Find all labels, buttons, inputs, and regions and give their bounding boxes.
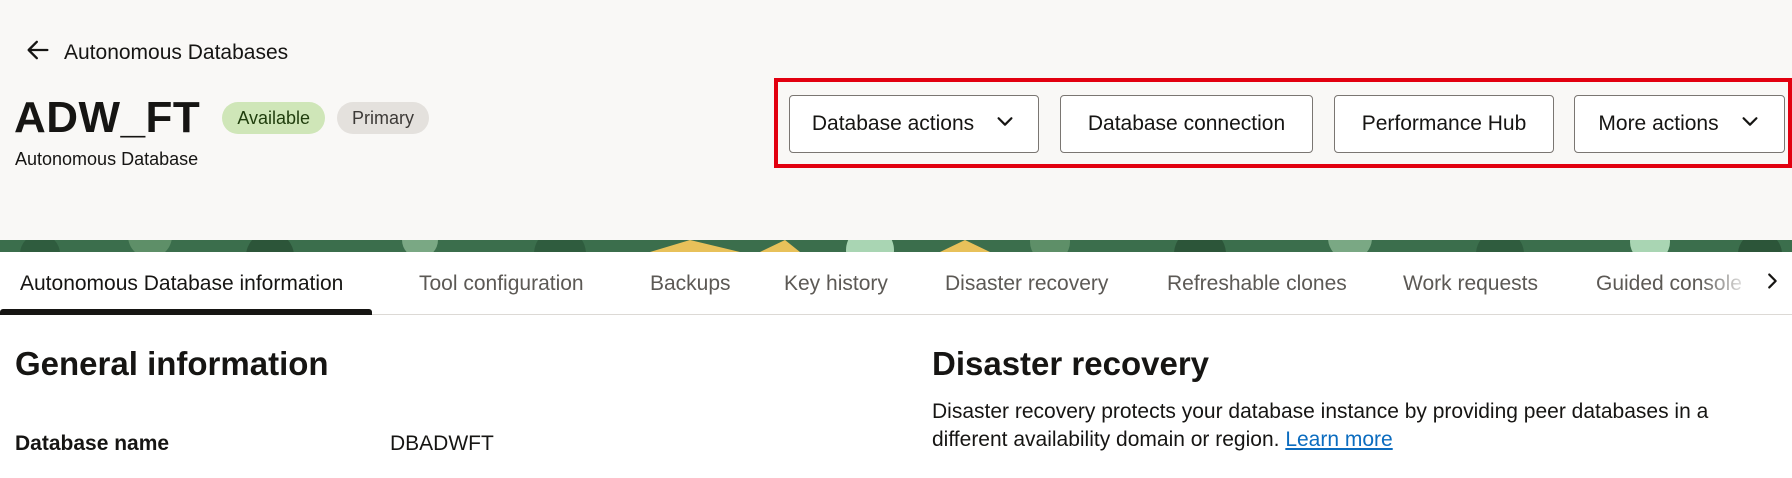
more-actions-label: More actions [1598,112,1719,135]
tab-refreshable-clones[interactable]: Refreshable clones [1167,252,1347,315]
chevron-down-icon [994,110,1016,138]
database-connection-label: Database connection [1087,112,1286,135]
page-subtitle: Autonomous Database [15,149,199,169]
tab-scroll-right-button[interactable] [1752,252,1792,314]
back-link-label: Autonomous Databases [64,41,289,64]
disaster-recovery-heading: Disaster recovery [932,345,1210,382]
title-row: ADW_FT Available Primary [14,92,430,144]
database-name-label: Database name [15,432,170,455]
page-header: Autonomous Databases ADW_FT Available Pr… [0,0,1792,240]
disaster-recovery-description: Disaster recovery protects your database… [932,398,1772,454]
tab-backups[interactable]: Backups [650,252,731,315]
chevron-down-icon [1739,110,1761,138]
learn-more-link[interactable]: Learn more [1285,428,1392,451]
general-information-heading: General information [15,345,329,382]
database-actions-label: Database actions [811,112,975,135]
more-actions-button[interactable]: More actions [1574,95,1785,153]
active-tab-indicator [0,309,372,315]
tab-overflow-fade [1700,252,1752,314]
chevron-right-icon [1761,270,1783,297]
database-actions-button[interactable]: Database actions [789,95,1039,153]
decorative-banner [0,240,1792,252]
page-title: ADW_FT [14,93,201,142]
tab-tool-configuration[interactable]: Tool configuration [419,252,584,315]
tab-autonomous-database-information[interactable]: Autonomous Database information [20,252,343,315]
database-connection-button[interactable]: Database connection [1060,95,1313,153]
tab-work-requests[interactable]: Work requests [1403,252,1538,315]
arrow-left-icon [24,36,52,70]
tab-key-history[interactable]: Key history [784,252,888,315]
database-name-value: DBADWFT [390,432,494,455]
tab-bar: Autonomous Database information Tool con… [0,252,1792,315]
performance-hub-button[interactable]: Performance Hub [1334,95,1554,153]
back-link[interactable]: Autonomous Databases [24,36,288,70]
performance-hub-label: Performance Hub [1361,112,1527,135]
status-badge-available: Available [222,102,326,134]
role-badge-primary: Primary [337,102,430,134]
tab-disaster-recovery[interactable]: Disaster recovery [945,252,1108,315]
